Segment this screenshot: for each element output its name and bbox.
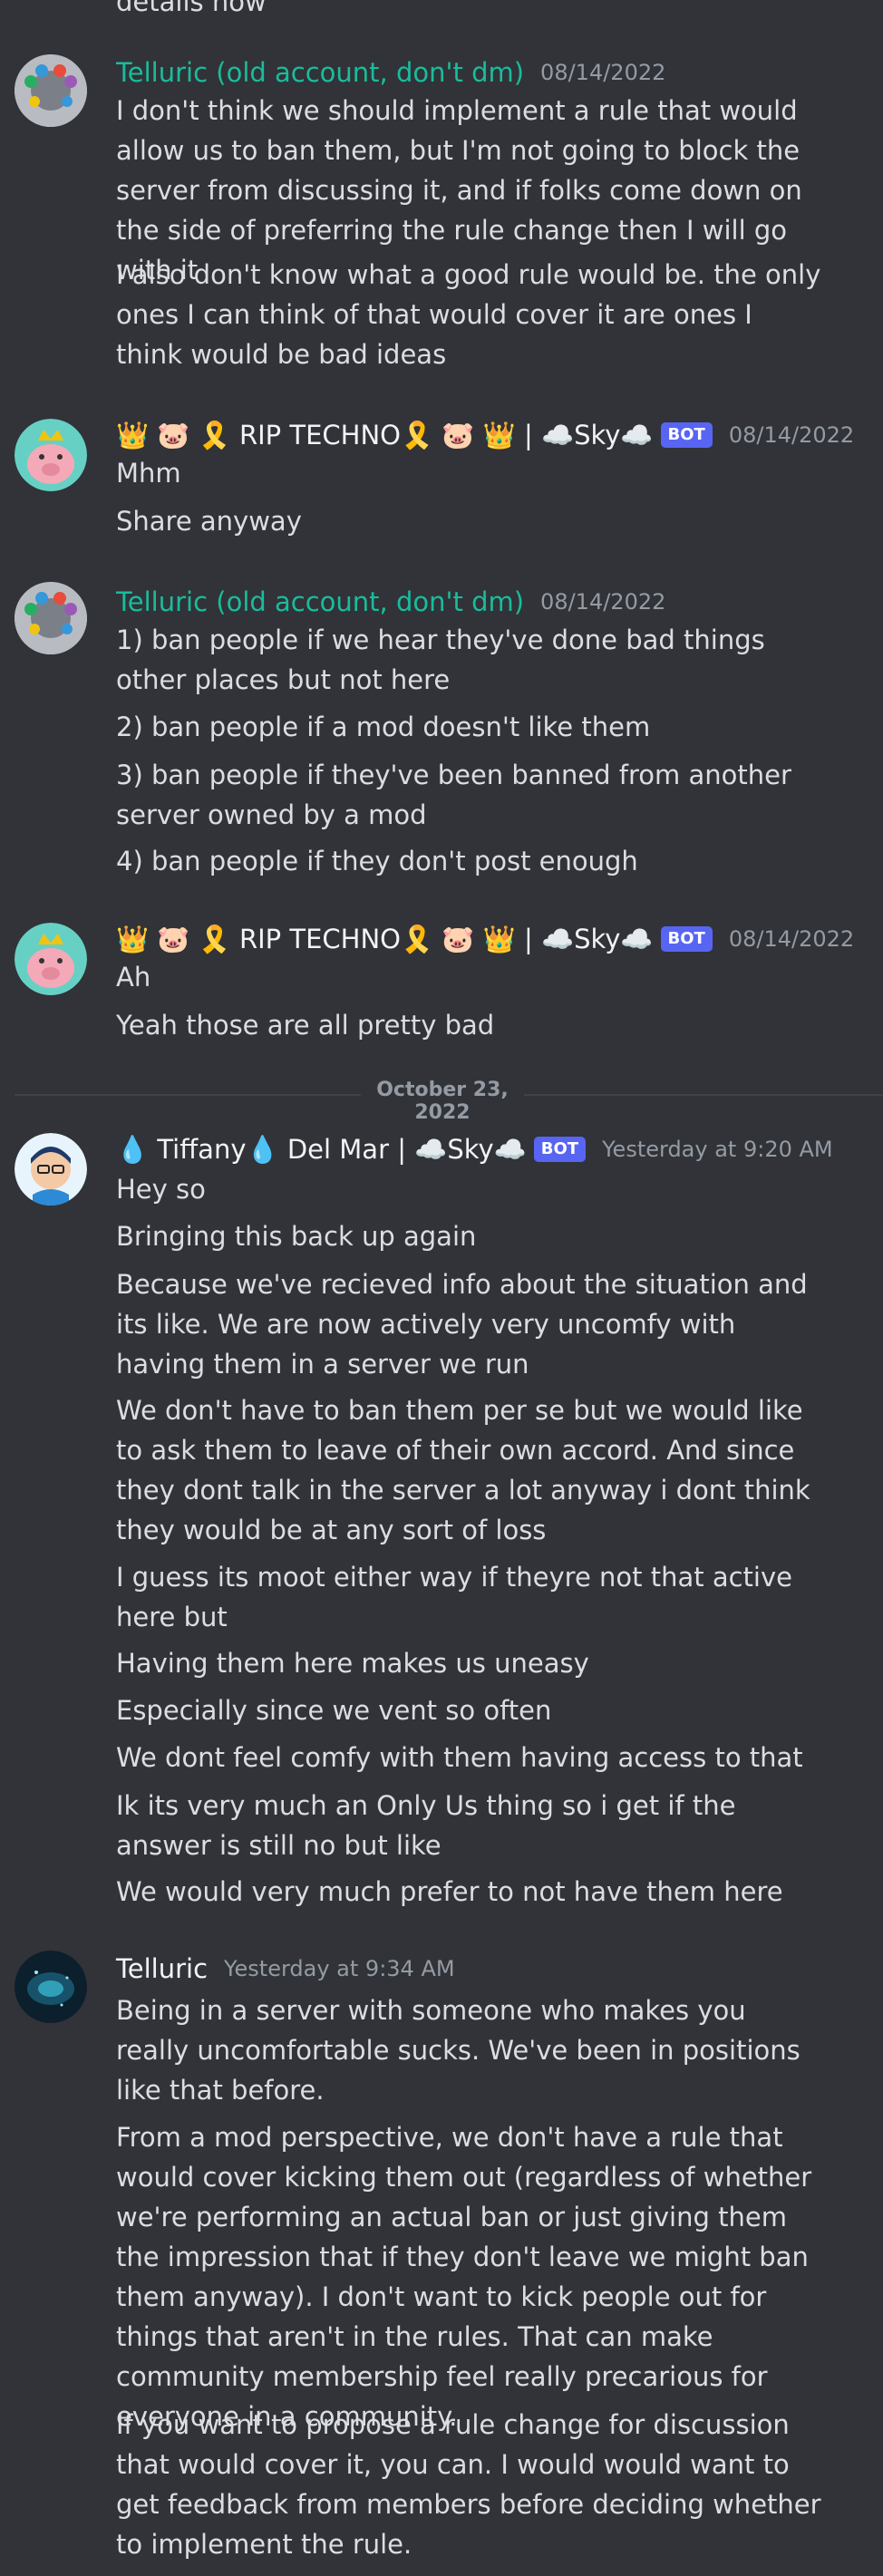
previous-message-tail: details now <box>116 0 267 17</box>
pig-avatar-image <box>15 923 87 995</box>
message-line: Ah <box>116 962 151 993</box>
telluric-avatar-image <box>15 1951 87 2023</box>
message-line: Bringing this back up again <box>116 1221 477 1252</box>
bot-tag: BOT <box>660 926 713 952</box>
avatar[interactable] <box>15 419 87 491</box>
username-prefix: 👑 🐷 🎗️ RIP TECHNO🎗️ 🐷 👑 <box>116 923 516 954</box>
message-line: We would very much prefer to not have th… <box>116 1876 783 1907</box>
message-line: Hey so <box>116 1174 206 1205</box>
username-suffix: | ☁️Sky☁️ <box>523 923 654 954</box>
message-line: Being in a server with someone who makes… <box>116 1995 801 2106</box>
message-header: 👑 🐷 🎗️ RIP TECHNO🎗️ 🐷 👑 | ☁️Sky☁️ BOT 08… <box>116 415 854 455</box>
message-header: 👑 🐷 🎗️ RIP TECHNO🎗️ 🐷 👑 | ☁️Sky☁️ BOT 08… <box>116 919 854 959</box>
avatar-image <box>15 582 87 654</box>
message-header: Telluric Yesterday at 9:34 AM <box>116 1949 455 1989</box>
timestamp[interactable]: 08/14/2022 <box>540 60 665 85</box>
username-suffix: | ☁️Sky☁️ <box>397 1133 527 1165</box>
date-divider-label: October 23, 2022 <box>361 1079 524 1124</box>
message-line: 1) ban people if we hear they've done ba… <box>116 625 765 695</box>
avatar[interactable] <box>15 1951 87 2023</box>
message-line: From a mod perspective, we don't have a … <box>116 2122 812 2432</box>
message-line: I also don't know what a good rule would… <box>116 259 821 370</box>
avatar[interactable] <box>15 923 87 995</box>
message-line: Share anyway <box>116 506 302 537</box>
message-line: 4) ban people if they don't post enough <box>116 846 638 876</box>
username-prefix: 💧 Tiffany💧 Del Mar <box>116 1133 389 1165</box>
username-prefix: 👑 🐷 🎗️ RIP TECHNO🎗️ 🐷 👑 <box>116 419 516 450</box>
message-line: If you want to propose a rule change for… <box>116 2409 821 2560</box>
username-suffix: | ☁️Sky☁️ <box>523 419 654 450</box>
message-header: Telluric (old account, don't dm) 08/14/2… <box>116 53 665 92</box>
message-line: We don't have to ban them per se but we … <box>116 1395 810 1545</box>
avatar[interactable] <box>15 54 87 127</box>
message-line: Because we've recieved info about the si… <box>116 1269 808 1380</box>
avatar-image <box>15 54 87 127</box>
tiffany-avatar-image <box>15 1133 87 1206</box>
timestamp[interactable]: Yesterday at 9:20 AM <box>602 1137 833 1162</box>
message-line: Mhm <box>116 458 181 489</box>
username[interactable]: Telluric (old account, don't dm) <box>116 586 524 617</box>
username[interactable]: Telluric <box>116 1953 208 1984</box>
username[interactable]: Telluric (old account, don't dm) <box>116 57 524 88</box>
pig-avatar-image <box>15 419 87 491</box>
message-line: 3) ban people if they've been banned fro… <box>116 760 791 830</box>
message-line: Especially since we vent so often <box>116 1695 552 1726</box>
message-header: Telluric (old account, don't dm) 08/14/2… <box>116 582 665 622</box>
timestamp[interactable]: 08/14/2022 <box>729 422 854 448</box>
message-line: Ik its very much an Only Us thing so i g… <box>116 1790 736 1861</box>
message-line: 2) ban people if a mod doesn't like them <box>116 712 651 742</box>
username[interactable]: 👑 🐷 🎗️ RIP TECHNO🎗️ 🐷 👑 | ☁️Sky☁️ <box>116 924 654 955</box>
username[interactable]: 💧 Tiffany💧 Del Mar | ☁️Sky☁️ <box>116 1134 527 1166</box>
avatar[interactable] <box>15 1133 87 1206</box>
message-line: Having them here makes us uneasy <box>116 1648 589 1679</box>
timestamp[interactable]: Yesterday at 9:34 AM <box>224 1956 455 1981</box>
message-line: I guess its moot either way if theyre no… <box>116 1562 792 1632</box>
avatar[interactable] <box>15 582 87 654</box>
message-header: 💧 Tiffany💧 Del Mar | ☁️Sky☁️ BOT Yesterd… <box>116 1129 833 1169</box>
message-line: Yeah those are all pretty bad <box>116 1010 495 1041</box>
bot-tag: BOT <box>533 1137 587 1162</box>
timestamp[interactable]: 08/14/2022 <box>540 589 665 615</box>
bot-tag: BOT <box>660 422 713 448</box>
message-line: We dont feel comfy with them having acce… <box>116 1742 803 1773</box>
username[interactable]: 👑 🐷 🎗️ RIP TECHNO🎗️ 🐷 👑 | ☁️Sky☁️ <box>116 420 654 451</box>
timestamp[interactable]: 08/14/2022 <box>729 926 854 952</box>
